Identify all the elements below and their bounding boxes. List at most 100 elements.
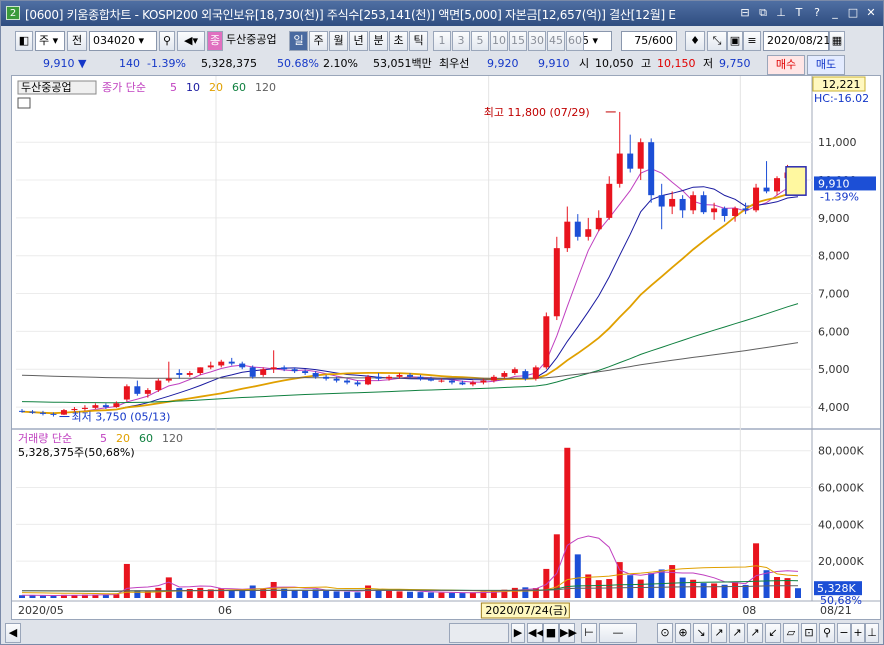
layout-icon[interactable]: ◧ bbox=[15, 31, 33, 51]
close-button[interactable]: ✕ bbox=[863, 5, 879, 21]
window-title: [0600] 키움종합차트 - KOSPI200 외국인보유[18,730(천)… bbox=[25, 8, 676, 22]
candle-body bbox=[365, 376, 372, 385]
candle-body bbox=[448, 380, 455, 383]
maximize-button[interactable]: □ bbox=[845, 5, 861, 21]
minute-button-15[interactable]: 15 bbox=[509, 31, 527, 51]
period-tab-3[interactable]: 년 bbox=[349, 31, 368, 51]
help-icon[interactable]: ? bbox=[809, 5, 825, 21]
period-tab-4[interactable]: 분 bbox=[369, 31, 388, 51]
minute-button-30[interactable]: 30 bbox=[528, 31, 546, 51]
candle-body bbox=[281, 367, 288, 370]
candle-body bbox=[616, 153, 623, 184]
low-price: 9,750 bbox=[719, 57, 751, 70]
indicator-icon[interactable]: ♦ bbox=[685, 31, 705, 51]
draw-tool-icon-6[interactable]: ↗ bbox=[747, 623, 763, 643]
candle-body bbox=[763, 187, 770, 192]
current-price-label: 9,910 bbox=[818, 177, 850, 190]
volume-bar bbox=[50, 595, 57, 598]
candle-body bbox=[669, 198, 676, 207]
minute-button-3[interactable]: 3 bbox=[452, 31, 470, 51]
period-tab-0[interactable]: 일 bbox=[289, 31, 308, 51]
draw-tool-icon-9[interactable]: ⊡ bbox=[801, 623, 817, 643]
candle-body bbox=[186, 373, 193, 375]
candle-body bbox=[585, 229, 592, 237]
stop-icon[interactable]: ■ bbox=[543, 623, 559, 643]
save-icon[interactable]: ▣ bbox=[727, 31, 743, 51]
volume-ma-legend: 20 bbox=[116, 432, 130, 445]
date-input[interactable]: 2020/08/21 bbox=[763, 31, 830, 51]
chart-svg[interactable]: 11,00010,0009,0008,0007,0006,0005,0004,0… bbox=[12, 76, 880, 619]
cross-tool-icon[interactable]: ⊢ bbox=[581, 623, 597, 643]
rewind-icon[interactable]: ◀◀ bbox=[527, 623, 545, 643]
plus-icon[interactable]: + bbox=[851, 623, 865, 643]
priority-label: 최우선 bbox=[439, 57, 470, 70]
candle-body bbox=[648, 142, 655, 196]
window-number-badge: 2 bbox=[6, 6, 20, 20]
period-tab-6[interactable]: 틱 bbox=[409, 31, 428, 51]
high-price: 10,150 bbox=[657, 57, 696, 70]
screen-save-icon[interactable]: ⊟ bbox=[737, 5, 753, 21]
buy-button[interactable]: 매수 bbox=[767, 55, 805, 75]
link-icon[interactable]: ⧉ bbox=[755, 5, 771, 21]
draw-tool-icon-3[interactable]: ↘ bbox=[693, 623, 709, 643]
pin-icon[interactable]: ⊥ bbox=[773, 5, 789, 21]
period-tab-5[interactable]: 초 bbox=[389, 31, 408, 51]
candle-body bbox=[742, 208, 749, 211]
search-icon[interactable]: ⚲ bbox=[159, 31, 175, 51]
minute-button-1[interactable]: 1 bbox=[433, 31, 451, 51]
zoom-slider[interactable]: — bbox=[599, 623, 637, 643]
title-bar: 2 [0600] 키움종합차트 - KOSPI200 외국인보유[18,730(… bbox=[1, 1, 883, 26]
sound-icon[interactable]: ◀▾ bbox=[177, 31, 205, 51]
low-label: 저 bbox=[703, 57, 714, 70]
prev-button[interactable]: 전 bbox=[67, 31, 87, 51]
open-price: 10,050 bbox=[595, 57, 634, 70]
stock-type-badge: 종 bbox=[207, 31, 223, 51]
minus-icon[interactable]: − bbox=[837, 623, 851, 643]
zoom-out-icon[interactable]: ⚲ bbox=[819, 623, 835, 643]
volume-bar bbox=[375, 590, 382, 598]
minute-button-5[interactable]: 5 bbox=[471, 31, 489, 51]
draw-tool-icon-2[interactable]: ⊕ bbox=[675, 623, 691, 643]
tool-icon[interactable]: ⤡ bbox=[707, 31, 727, 51]
setting-icon[interactable]: ≡ bbox=[743, 31, 761, 51]
volume-bar bbox=[564, 447, 571, 598]
minimize-button[interactable]: _ bbox=[827, 5, 843, 21]
current-pct-label: -1.39% bbox=[820, 190, 859, 203]
chart-area[interactable]: 11,00010,0009,0008,0007,0006,0005,0004,0… bbox=[11, 75, 881, 620]
draw-tool-icon-4[interactable]: ↗ bbox=[711, 623, 727, 643]
crosshair-date: 2020/07/24(금) bbox=[485, 604, 567, 617]
volume-bar bbox=[165, 577, 172, 598]
volume-bar bbox=[134, 590, 141, 598]
draw-tool-icon-8[interactable]: ▱ bbox=[783, 623, 799, 643]
x-tick-label: 2020/05 bbox=[18, 604, 64, 617]
play-icon[interactable]: ▶▶ bbox=[559, 623, 577, 643]
volume-tick-label: 60,000K bbox=[818, 482, 864, 495]
volume-bar bbox=[344, 591, 351, 598]
candle-body bbox=[690, 195, 697, 211]
price-ma-legend: 120 bbox=[255, 81, 276, 94]
minute-button-10[interactable]: 10 bbox=[490, 31, 508, 51]
count-input[interactable]: 75/600 bbox=[621, 31, 677, 51]
sell-button[interactable]: 매도 bbox=[807, 55, 845, 75]
volume-bar bbox=[763, 570, 770, 598]
x-tick-label: 06 bbox=[218, 604, 232, 617]
draw-tool-icon-1[interactable]: ⊙ bbox=[657, 623, 673, 643]
market-select[interactable]: 주 ▾ bbox=[35, 31, 65, 51]
draw-tool-icon-5[interactable]: ↗ bbox=[729, 623, 745, 643]
period-tab-2[interactable]: 월 bbox=[329, 31, 348, 51]
scroll-thumb[interactable] bbox=[449, 623, 509, 643]
stock-code-input[interactable]: 034020 ▾ bbox=[89, 31, 157, 51]
font-icon[interactable]: T bbox=[791, 5, 807, 21]
candle-body bbox=[197, 367, 204, 374]
scroll-left-icon[interactable]: ◀ bbox=[5, 623, 21, 643]
period-tab-1[interactable]: 주 bbox=[309, 31, 328, 51]
calendar-icon[interactable]: ▦ bbox=[829, 31, 845, 51]
candle-body bbox=[312, 373, 319, 377]
scroll-right-icon[interactable]: ▶ bbox=[511, 623, 525, 643]
price-ma-legend: 10 bbox=[186, 81, 200, 94]
minute-button-45[interactable]: 45 bbox=[547, 31, 565, 51]
volume-ma-legend: 120 bbox=[162, 432, 183, 445]
draw-tool-icon-7[interactable]: ↙ bbox=[765, 623, 781, 643]
minute-button-60[interactable]: 60 bbox=[566, 31, 584, 51]
expand-icon[interactable]: ⊥ bbox=[865, 623, 879, 643]
